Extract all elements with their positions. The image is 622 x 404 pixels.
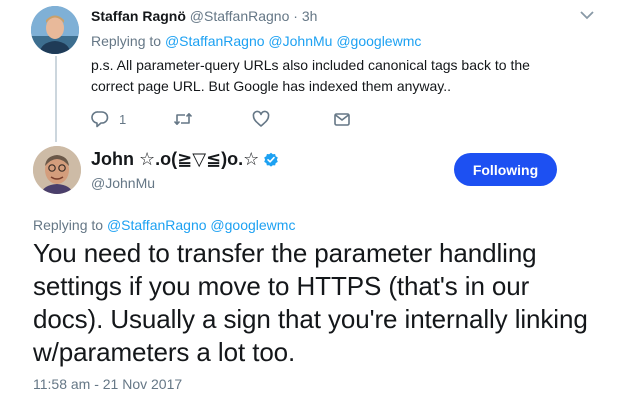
separator-dot: ·: [293, 8, 298, 24]
retweet-button[interactable]: [173, 110, 193, 128]
replying-to-line: Replying to @StaffanRagno @JohnMu @googl…: [91, 33, 421, 49]
avatar-photo-icon: [31, 6, 79, 54]
reply-tweet-header: Staffan Ragnö @StaffanRagno · 3h: [91, 8, 317, 24]
like-icon: [252, 110, 270, 127]
tweet-timestamp[interactable]: 11:58 am - 21 Nov 2017: [33, 376, 182, 392]
tweet-actions: 1: [91, 110, 391, 128]
mention-link[interactable]: @StaffanRagno: [107, 217, 207, 233]
tweet-text: You need to transfer the parameter handl…: [33, 238, 588, 367]
author-name-text: John ☆.o(≧▽≦)o.☆: [91, 149, 260, 169]
main-tweet: John ☆.o(≧▽≦)o.☆ @JohnMu Following Reply…: [0, 140, 622, 404]
replying-to-line: Replying to @StaffanRagno @googlewmc: [33, 217, 295, 233]
tweet-text: p.s. All parameter-query URLs also inclu…: [91, 57, 530, 94]
thread-connector-line: [55, 56, 57, 142]
dm-icon: [334, 113, 350, 126]
avatar[interactable]: [33, 146, 81, 194]
chevron-down-icon[interactable]: [580, 10, 594, 20]
author-handle[interactable]: @JohnMu: [91, 175, 155, 191]
mention-link[interactable]: @googlewmc: [210, 217, 295, 233]
avatar-photo-icon: [33, 146, 81, 194]
replying-to-label: Replying to: [33, 217, 104, 233]
mention-link[interactable]: @StaffanRagno: [165, 33, 265, 49]
author-name[interactable]: Staffan Ragnö: [91, 8, 186, 24]
mention-link[interactable]: @googlewmc: [336, 33, 421, 49]
reply-tweet: Staffan Ragnö @StaffanRagno · 3h Replyin…: [0, 0, 622, 142]
reply-icon: [91, 111, 109, 128]
reply-button[interactable]: 1: [91, 110, 126, 128]
verified-badge-icon: [264, 152, 279, 167]
retweet-icon: [173, 113, 193, 125]
author-handle[interactable]: @StaffanRagno: [190, 8, 290, 24]
following-button[interactable]: Following: [454, 153, 557, 186]
like-button[interactable]: [252, 110, 270, 128]
mention-link[interactable]: @JohnMu: [268, 33, 332, 49]
avatar[interactable]: [31, 6, 79, 54]
replying-to-label: Replying to: [91, 33, 162, 49]
direct-message-button[interactable]: [333, 110, 351, 128]
reply-count: 1: [119, 111, 127, 127]
tweet-time[interactable]: 3h: [302, 8, 318, 24]
author-name[interactable]: John ☆.o(≧▽≦)o.☆: [91, 149, 279, 170]
